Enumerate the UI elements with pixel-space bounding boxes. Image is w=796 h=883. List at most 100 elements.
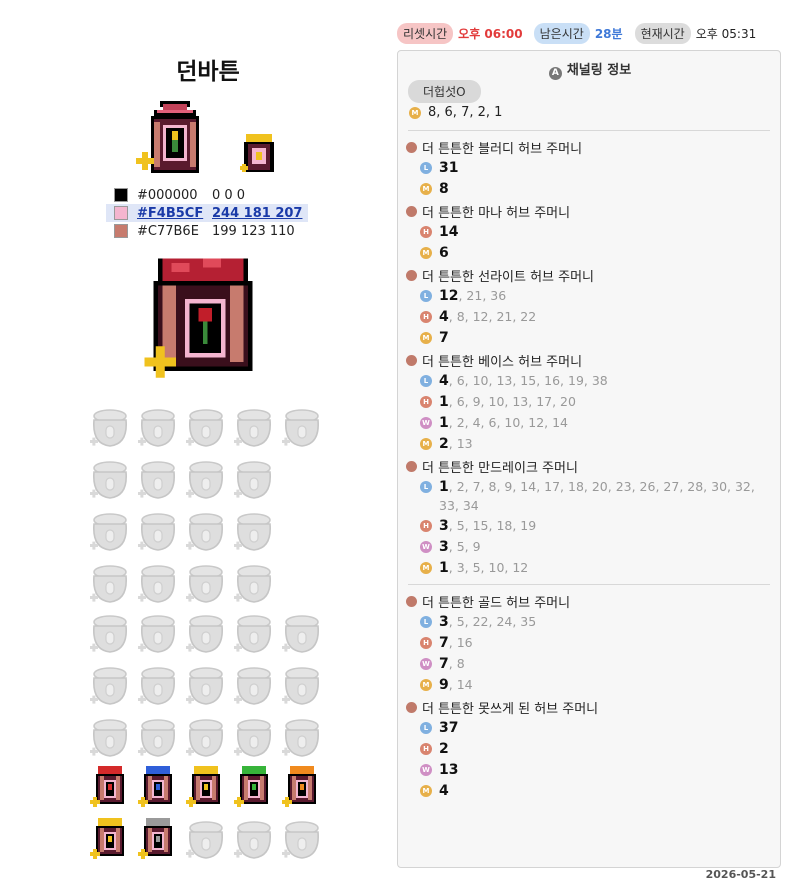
pouch-name-text: 더 튼튼한 골드 허브 주머니 xyxy=(422,596,571,611)
grain-basket-icon[interactable] xyxy=(232,404,276,450)
divider xyxy=(408,130,770,131)
faded-pouch-2-icon[interactable] xyxy=(232,816,276,862)
cloth-bag-2-icon[interactable] xyxy=(136,508,180,554)
swatch-rgb: 0 0 0 xyxy=(212,187,246,203)
remaining-time-label: 남은시간 xyxy=(533,22,590,44)
badge-l-icon: L xyxy=(420,375,432,387)
bread-bag-4-icon[interactable] xyxy=(232,610,276,656)
pouch-dot-icon xyxy=(406,702,417,713)
badge-m-icon: M xyxy=(420,785,432,797)
grey-herb-pouch-icon[interactable] xyxy=(136,816,180,862)
cloth-bag-3-icon[interactable] xyxy=(184,508,228,554)
channel-first: 12 xyxy=(439,288,459,304)
bread-bag-2-icon[interactable] xyxy=(136,610,180,656)
gem-pouch-1-icon[interactable] xyxy=(88,662,132,708)
badge-h-icon: H xyxy=(420,520,432,532)
carrot-pouch-icon[interactable] xyxy=(184,456,228,502)
red-herb-pouch-icon[interactable] xyxy=(88,764,132,810)
gem-pouch-2-icon[interactable] xyxy=(136,662,180,708)
channel-first: 3 xyxy=(439,539,449,555)
channel-rest: , 5, 22, 24, 35 xyxy=(448,614,537,629)
pouch-name-text: 더 튼튼한 마나 허브 주머니 xyxy=(422,206,571,221)
gem-pouch-4-icon[interactable] xyxy=(232,662,276,708)
bread-bag-3-icon[interactable] xyxy=(184,610,228,656)
channel-rest: , 3, 5, 10, 12 xyxy=(448,560,529,575)
channel-rest: , 21, 36 xyxy=(458,288,507,303)
channel-row: H 3, 5, 15, 18, 19 xyxy=(420,517,770,536)
pouch-name-text: 더 튼튼한 블러디 허브 주머니 xyxy=(422,142,583,157)
large-herb-pouch-icon xyxy=(144,258,253,378)
sparkle-pouch-icon[interactable] xyxy=(136,456,180,502)
cloth-bag-4-icon[interactable] xyxy=(232,508,276,554)
gold-herb-pouch-icon[interactable] xyxy=(88,816,132,862)
footer-date: 2026-05-21 xyxy=(705,868,776,881)
cloth-bag-1-icon[interactable] xyxy=(88,508,132,554)
channel-first: 1 xyxy=(439,415,449,431)
wheat-basket-icon[interactable] xyxy=(184,404,228,450)
meat-pouch-icon[interactable] xyxy=(88,456,132,502)
faded-pouch-3-icon[interactable] xyxy=(280,816,324,862)
gem-pouch-9-icon[interactable] xyxy=(232,714,276,760)
channel-row: M7 xyxy=(420,329,770,348)
bread-bag-1-icon[interactable] xyxy=(88,610,132,656)
swatch-row: #000000 0 0 0 xyxy=(106,186,308,204)
swatch-rgb[interactable]: 244 181 207 xyxy=(212,206,302,221)
small-herb-pouch-icon xyxy=(240,134,274,172)
badge-h-icon: H xyxy=(420,743,432,755)
pouch-dot-icon xyxy=(406,596,417,607)
swatch-hex[interactable]: #F4B5CF xyxy=(137,206,212,221)
blue-herb-pouch-icon[interactable] xyxy=(136,764,180,810)
channel-rest: , 6, 10, 13, 15, 16, 19, 38 xyxy=(448,373,608,388)
a-icon: A xyxy=(548,67,562,80)
channel-row: H2 xyxy=(420,740,770,759)
pouch-name: 더 튼튼한 마나 허브 주머니 xyxy=(406,202,570,221)
channel-first: 14 xyxy=(439,224,459,240)
channel-rest: , 5, 9 xyxy=(448,539,481,554)
corn-pouch-icon[interactable] xyxy=(232,456,276,502)
channel-first: 3 xyxy=(439,614,449,630)
reset-time-value: 오후 06:00 xyxy=(458,26,523,41)
current-time-value: 오후 05:31 xyxy=(695,26,757,41)
swatch-color xyxy=(114,224,128,238)
badge-w-icon: W xyxy=(420,658,432,670)
badge-h-icon: H xyxy=(420,396,432,408)
badge-m-icon: M xyxy=(420,562,432,574)
pouch-dot-icon xyxy=(406,142,417,153)
gem-pouch-3-icon[interactable] xyxy=(184,662,228,708)
panel-title-text: 채널링 정보 xyxy=(566,63,632,78)
gem-pouch-7-icon[interactable] xyxy=(136,714,180,760)
channel-row: H 4, 8, 12, 21, 22 xyxy=(420,308,770,327)
channel-rest: , 2, 4, 6, 10, 12, 14 xyxy=(448,415,569,430)
channel-row: L 1, 2, 7, 8, 9, 14, 17, 18, 20, 23, 26, … xyxy=(420,478,770,516)
gem-pouch-6-icon[interactable] xyxy=(88,714,132,760)
orange-herb-pouch-icon[interactable] xyxy=(280,764,324,810)
server-selector[interactable]: 더헙섯O xyxy=(408,80,481,103)
fruit-basket-icon[interactable] xyxy=(280,610,324,656)
channel-row: M 2, 13 xyxy=(420,435,770,454)
channel-rest: , 13 xyxy=(448,436,473,451)
channel-row: M8 xyxy=(420,180,770,199)
badge-m-icon: M xyxy=(420,183,432,195)
swatch-row[interactable]: #F4B5CF 244 181 207 xyxy=(106,204,308,222)
green-herb-pouch-icon[interactable] xyxy=(232,764,276,810)
pouch-dot-icon xyxy=(406,355,417,366)
channel-rest: , 5, 15, 18, 19 xyxy=(448,518,537,533)
current-time-label: 현재시간 xyxy=(634,22,691,44)
yellow-herb-pouch-icon[interactable] xyxy=(184,764,228,810)
grey-bag-2-icon[interactable] xyxy=(136,560,180,606)
gem-pouch-10-icon[interactable] xyxy=(280,714,324,760)
vegetable-basket-icon[interactable] xyxy=(136,404,180,450)
swatch-color xyxy=(114,188,128,202)
grey-bag-1-icon[interactable] xyxy=(88,560,132,606)
faded-pouch-1-icon[interactable] xyxy=(184,816,228,862)
grey-bag-4-icon[interactable] xyxy=(232,560,276,606)
badge-l-icon: L xyxy=(420,290,432,302)
gem-pouch-8-icon[interactable] xyxy=(184,714,228,760)
gem-pouch-5-icon[interactable] xyxy=(280,662,324,708)
badge-h-icon: H xyxy=(420,637,432,649)
channel-first: 3 xyxy=(439,518,449,534)
channel-row: M 9, 14 xyxy=(420,676,770,695)
stalk-basket-icon[interactable] xyxy=(280,404,324,450)
egg-basket-icon[interactable] xyxy=(88,404,132,450)
grey-bag-3-icon[interactable] xyxy=(184,560,228,606)
